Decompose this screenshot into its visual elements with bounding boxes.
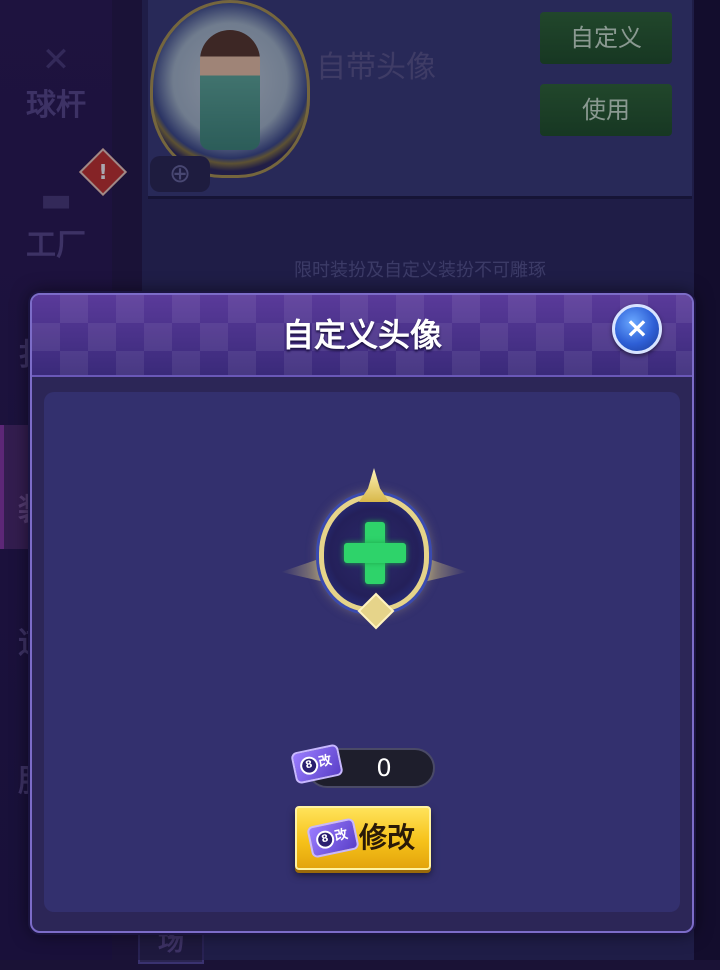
ticket-counter: 8 改 0 [290,743,435,788]
frame-crown-icon [359,468,389,502]
close-icon: × [625,311,649,344]
rename-ticket-icon: 8 改 [306,817,360,859]
dialog-body: 8 改 0 8 改 修改 [44,392,680,912]
add-avatar-plus-icon[interactable] [344,522,406,584]
custom-avatar-dialog: 自定义头像 × 8 改 0 8 改 修改 [30,293,694,933]
close-button[interactable]: × [612,304,662,354]
modify-button-label: 修改 [359,821,416,854]
rename-ticket-icon: 8 改 [290,743,344,785]
dialog-title: 自定义头像 [281,316,442,354]
avatar-upload-slot[interactable] [281,468,467,630]
ticket-count: 0 [376,754,392,782]
modify-button[interactable]: 8 改 修改 [295,806,431,870]
